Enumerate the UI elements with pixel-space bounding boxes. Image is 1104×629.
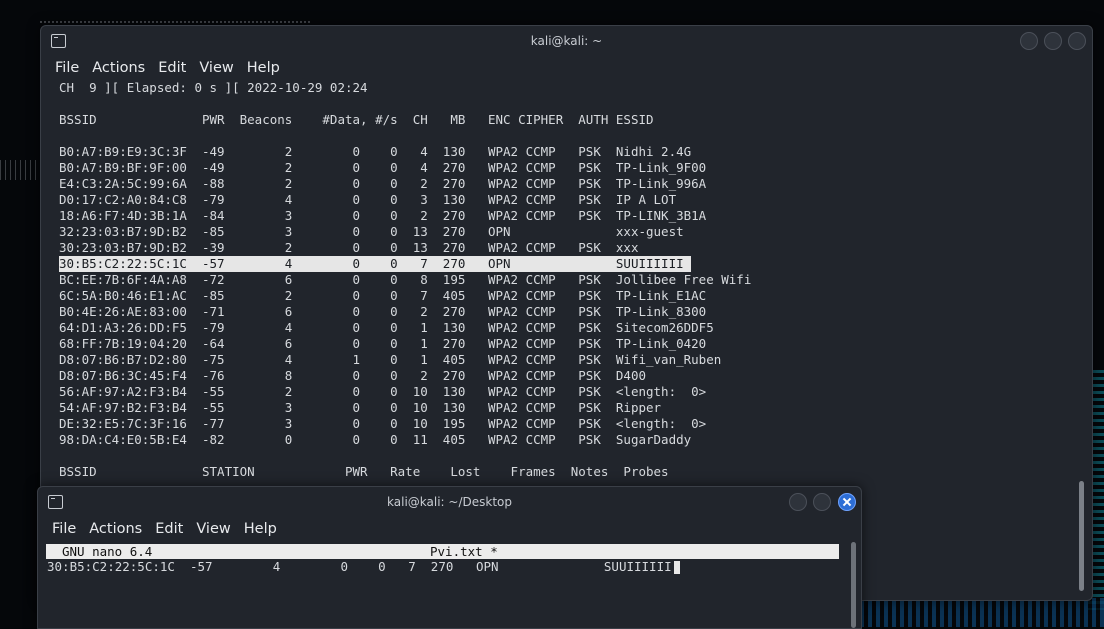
terminal-window-nano[interactable]: kali@kali: ~/Desktop File Actions Edit V…: [37, 486, 862, 629]
station-table-header: BSSID STATION PWR Rate Lost Frames Notes…: [59, 464, 669, 479]
ap-row: DE:32:E5:7C:3F:16 -77 3 0 0 10 195 WPA2 …: [59, 416, 707, 431]
desktop-decoration: [40, 21, 310, 23]
ap-row: B0:4E:26:AE:83:00 -71 6 0 0 2 270 WPA2 C…: [59, 304, 707, 319]
ap-row: E4:C3:2A:5C:99:6A -88 2 0 0 2 270 WPA2 C…: [59, 176, 707, 191]
ap-row: D8:07:B6:B7:D2:80 -75 4 1 0 1 405 WPA2 C…: [59, 352, 722, 367]
menu-actions[interactable]: Actions: [92, 56, 145, 80]
nano-filename: Pvi.txt *: [430, 544, 498, 559]
ap-row: 6C:5A:B0:46:E1:AC -85 2 0 0 7 405 WPA2 C…: [59, 288, 707, 303]
window-title: kali@kali: ~: [530, 34, 603, 48]
ap-row: 56:AF:97:A2:F3:B4 -55 2 0 0 10 130 WPA2 …: [59, 384, 707, 399]
menu-actions[interactable]: Actions: [89, 517, 142, 541]
status-line: CH 9 ][ Elapsed: 0 s ][ 2022-10-29 02:24: [59, 80, 368, 95]
nano-version: GNU nano 6.4: [62, 544, 153, 559]
desktop-decoration: [0, 160, 40, 180]
window-title: kali@kali: ~/Desktop: [387, 495, 512, 509]
desktop-wallpaper-pattern: [860, 598, 1104, 627]
title-bar[interactable]: kali@kali: ~: [41, 26, 1092, 56]
scrollbar[interactable]: [1079, 481, 1084, 591]
ap-row-selected: 30:B5:C2:22:5C:1C -57 4 0 0 7 270 OPN SU…: [59, 256, 692, 272]
nano-header-bar: GNU nano 6.4 Pvi.txt *: [46, 544, 839, 559]
text-cursor: [673, 561, 680, 574]
minimize-button[interactable]: [1020, 32, 1038, 50]
ap-row: BC:EE:7B:6F:4A:A8 -72 6 0 0 8 195 WPA2 C…: [59, 272, 752, 287]
ap-row: B0:A7:B9:E9:3C:3F -49 2 0 0 4 130 WPA2 C…: [59, 144, 692, 159]
minimize-button[interactable]: [789, 493, 807, 511]
menu-view[interactable]: View: [199, 56, 233, 80]
ap-row: D0:17:C2:A0:84:C8 -79 4 0 0 3 130 WPA2 C…: [59, 192, 677, 207]
close-icon[interactable]: [838, 493, 856, 511]
ap-row: 98:DA:C4:E0:5B:E4 -82 0 0 0 11 405 WPA2 …: [59, 432, 692, 447]
ap-row: 68:FF:7B:19:04:20 -64 6 0 0 1 270 WPA2 C…: [59, 336, 707, 351]
ap-table-header: BSSID PWR Beacons #Data, #/s CH MB ENC C…: [59, 112, 654, 127]
menu-bar: File Actions Edit View Help: [41, 56, 1092, 80]
menu-help[interactable]: Help: [247, 56, 280, 80]
ap-row: B0:A7:B9:BF:9F:00 -49 2 0 0 4 270 WPA2 C…: [59, 160, 707, 175]
menu-edit[interactable]: Edit: [155, 517, 183, 541]
nano-line-text: 30:B5:C2:22:5C:1C -57 4 0 0 7 270 OPN SU…: [47, 559, 672, 574]
nano-editor-line[interactable]: 30:B5:C2:22:5C:1C -57 4 0 0 7 270 OPN SU…: [47, 559, 861, 575]
menu-view[interactable]: View: [196, 517, 230, 541]
scrollbar[interactable]: [851, 542, 856, 628]
ap-row: 64:D1:A3:26:DD:F5 -79 4 0 0 1 130 WPA2 C…: [59, 320, 714, 335]
menu-file[interactable]: File: [55, 56, 79, 80]
menu-file[interactable]: File: [52, 517, 76, 541]
maximize-button[interactable]: [1044, 32, 1062, 50]
menu-help[interactable]: Help: [244, 517, 277, 541]
terminal-output[interactable]: CH 9 ][ Elapsed: 0 s ][ 2022-10-29 02:24…: [41, 80, 1092, 480]
ap-row: 32:23:03:B7:9D:B2 -85 3 0 0 13 270 OPN x…: [59, 224, 684, 239]
ap-row: 30:23:03:B7:9D:B2 -39 2 0 0 13 270 WPA2 …: [59, 240, 639, 255]
title-bar[interactable]: kali@kali: ~/Desktop: [38, 487, 861, 517]
close-button[interactable]: [1068, 32, 1086, 50]
menu-edit[interactable]: Edit: [158, 56, 186, 80]
ap-row: D8:07:B6:3C:45:F4 -76 8 0 0 2 270 WPA2 C…: [59, 368, 646, 383]
menu-bar: File Actions Edit View Help: [38, 517, 861, 541]
maximize-button[interactable]: [813, 493, 831, 511]
ap-row: 54:AF:97:B2:F3:B4 -55 3 0 0 10 130 WPA2 …: [59, 400, 662, 415]
ap-row: 18:A6:F7:4D:3B:1A -84 3 0 0 2 270 WPA2 C…: [59, 208, 707, 223]
